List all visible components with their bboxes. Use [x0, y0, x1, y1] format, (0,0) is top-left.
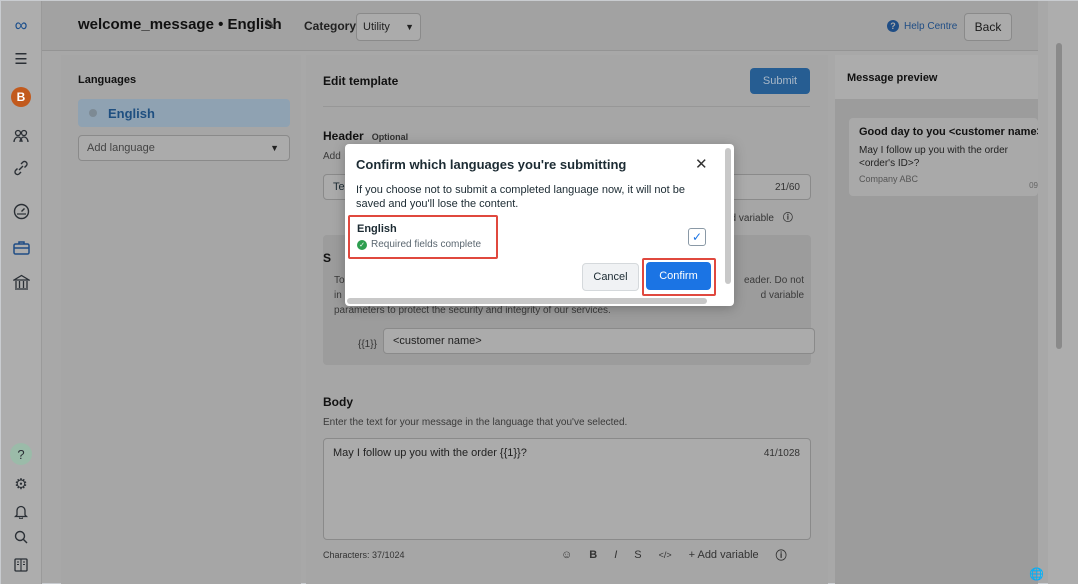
- search-icon[interactable]: [10, 526, 32, 548]
- help-centre-label: Help Centre: [904, 20, 958, 32]
- briefcase-icon[interactable]: [10, 236, 32, 258]
- emoji-icon[interactable]: ☺: [561, 549, 572, 561]
- add-language-placeholder: Add language: [87, 142, 155, 154]
- template-title: welcome_message • English: [78, 16, 282, 33]
- languages-panel: Languages English Add language ▼: [61, 55, 301, 584]
- top-bar: welcome_message • English ✎ Category: Ut…: [42, 1, 1038, 51]
- message-preview-panel: Message preview Good day to you <custome…: [835, 55, 1038, 584]
- body-textarea[interactable]: May I follow up you with the order {{1}}…: [323, 438, 811, 540]
- edit-template-heading: Edit template: [323, 74, 399, 88]
- preview-greeting: Good day to you <customer name>: [859, 126, 1038, 138]
- divider: [323, 106, 810, 107]
- optional-tag: Optional: [371, 132, 409, 142]
- chevron-down-icon: ▼: [405, 22, 414, 32]
- header-add-text: Add: [323, 151, 341, 162]
- app-frame: ∞ ☰ B ? ⚙ welcome_message • English ✎ Ca…: [0, 0, 1078, 584]
- code-button[interactable]: </>: [659, 550, 672, 560]
- left-nav-rail: ∞ ☰ B ? ⚙: [1, 1, 42, 584]
- desc-line2-left: in: [334, 290, 342, 301]
- header-heading-text: Header: [323, 129, 364, 143]
- bold-button[interactable]: B: [589, 549, 597, 561]
- close-icon[interactable]: ✕: [695, 155, 708, 173]
- variable-sample-input[interactable]: <customer name>: [383, 328, 815, 354]
- message-bubble: Good day to you <customer name> May I fo…: [849, 118, 1038, 196]
- avatar[interactable]: B: [11, 87, 31, 107]
- body-text: May I follow up you with the order {{1}}…: [333, 447, 527, 459]
- check-icon: ✓: [691, 230, 703, 244]
- desc-line1-right: eader. Do not: [743, 275, 804, 286]
- bell-icon[interactable]: [10, 500, 32, 522]
- language-item-english[interactable]: English: [78, 99, 290, 127]
- globe-icon[interactable]: 🌐: [1029, 567, 1044, 581]
- scrollbar-thumb[interactable]: [1056, 43, 1062, 349]
- category-value: Utility: [363, 21, 390, 33]
- language-item-label: English: [108, 106, 155, 121]
- status-dot: [89, 109, 97, 117]
- header-section-heading: Header Optional: [323, 129, 408, 143]
- category-label: Category:: [304, 19, 361, 33]
- menu-icon[interactable]: ☰: [10, 48, 32, 70]
- header-input-value: Te: [333, 181, 345, 193]
- highlight-language: [348, 215, 498, 259]
- confirm-button[interactable]: Confirm: [646, 262, 711, 290]
- gear-icon[interactable]: ⚙: [10, 473, 32, 495]
- category-select[interactable]: Utility ▼: [356, 13, 421, 41]
- edit-template-panel: Edit template Submit Header Optional Add …: [306, 55, 828, 584]
- header-add-variable[interactable]: dd variable ⓘ: [725, 209, 793, 224]
- add-variable-button[interactable]: + Add variable: [689, 549, 759, 561]
- preview-time: 09: [1029, 181, 1038, 190]
- body-char-counter: 41/1028: [763, 448, 800, 459]
- language-checkbox[interactable]: ✓: [688, 228, 706, 246]
- people-icon[interactable]: [10, 125, 32, 147]
- info-icon: ⓘ: [775, 550, 787, 562]
- confirm-languages-dialog: Confirm which languages you're submittin…: [345, 144, 734, 306]
- link-icon[interactable]: [10, 157, 32, 179]
- characters-count: Characters: 37/1024: [323, 550, 405, 560]
- dialog-message: If you choose not to submit a completed …: [356, 184, 685, 210]
- header-char-counter: 21/60: [774, 182, 800, 193]
- speedometer-icon[interactable]: [10, 200, 32, 222]
- check-circle-icon: ✓: [357, 239, 367, 250]
- info-icon: ⓘ: [782, 213, 793, 224]
- submit-button[interactable]: Submit: [750, 68, 810, 94]
- page-scrollbar[interactable]: [1048, 1, 1078, 584]
- preview-message: May I follow up you with the order <orde…: [859, 145, 1008, 169]
- dialog-title: Confirm which languages you're submittin…: [356, 157, 627, 172]
- language-status: ✓ Required fields complete: [357, 239, 481, 250]
- italic-button[interactable]: I: [614, 549, 617, 561]
- languages-heading: Languages: [78, 74, 137, 86]
- book-icon[interactable]: [10, 554, 32, 576]
- help-centre-link[interactable]: ? Help Centre: [887, 20, 957, 32]
- cancel-button[interactable]: Cancel: [582, 263, 639, 291]
- body-subtitle: Enter the text for your message in the l…: [323, 417, 628, 428]
- chevron-down-icon: ▼: [270, 143, 279, 153]
- preview-company: Company ABC: [859, 174, 919, 184]
- variable-label: {{1}}: [358, 339, 377, 350]
- add-language-select[interactable]: Add language ▼: [78, 135, 290, 161]
- desc-line1-left: To: [334, 275, 345, 286]
- desc-line2-right: d variable: [760, 290, 804, 301]
- strikethrough-button[interactable]: S: [634, 549, 641, 561]
- language-status-text: Required fields complete: [371, 239, 482, 250]
- help-circle-icon: ?: [887, 20, 899, 32]
- dialog-vertical-scrollbar[interactable]: [725, 148, 731, 284]
- preview-heading: Message preview: [835, 55, 1038, 99]
- language-name: English: [357, 223, 397, 235]
- bank-icon[interactable]: [10, 271, 32, 293]
- format-toolbar: ☺ B I S </> + Add variable ⓘ: [561, 547, 787, 563]
- body-heading: Body: [323, 395, 353, 409]
- pencil-icon[interactable]: ✎: [264, 17, 275, 33]
- help-icon[interactable]: ?: [10, 443, 32, 465]
- meta-logo-icon[interactable]: ∞: [10, 14, 32, 36]
- samples-heading: S: [323, 251, 332, 265]
- back-button[interactable]: Back: [964, 13, 1012, 41]
- dialog-horizontal-scrollbar[interactable]: [347, 298, 707, 304]
